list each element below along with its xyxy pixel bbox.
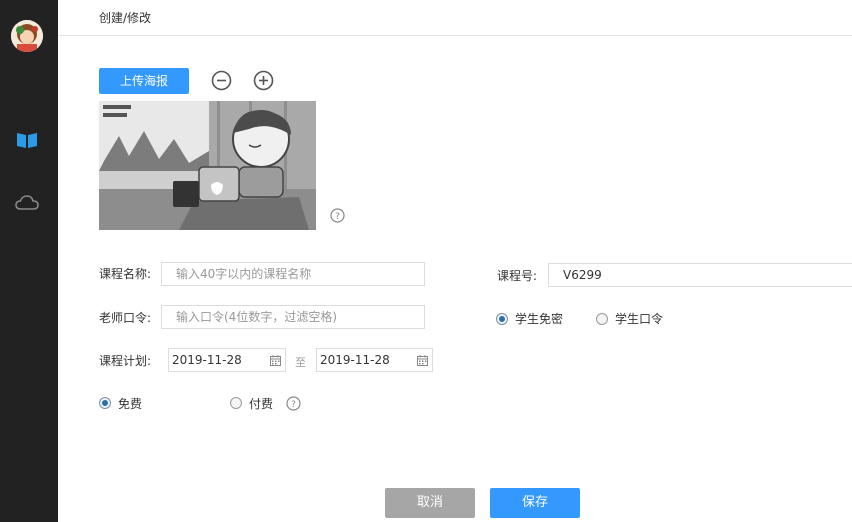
end-date-value: 2019-11-28 bbox=[320, 353, 390, 367]
zoom-out-icon[interactable] bbox=[211, 70, 232, 91]
start-date-value: 2019-11-28 bbox=[172, 353, 242, 367]
breadcrumb: 创建/修改 bbox=[99, 11, 152, 25]
calendar-icon bbox=[417, 355, 428, 366]
radio-paid[interactable] bbox=[230, 397, 242, 409]
book-icon[interactable] bbox=[16, 131, 38, 149]
calendar-icon bbox=[270, 355, 281, 366]
student-no-password-label: 学生免密 bbox=[515, 312, 564, 326]
zoom-in-icon[interactable] bbox=[253, 70, 274, 91]
save-button[interactable]: 保存 bbox=[490, 488, 580, 518]
cloud-icon[interactable] bbox=[15, 194, 39, 212]
upload-poster-button[interactable]: 上传海报 bbox=[99, 68, 189, 94]
course-number-field: V6299 bbox=[548, 263, 852, 287]
date-separator: 至 bbox=[295, 356, 306, 369]
course-number-value: V6299 bbox=[563, 268, 602, 282]
course-number-label: 课程号: bbox=[497, 269, 538, 283]
avatar[interactable] bbox=[11, 20, 43, 52]
pricing-help-icon[interactable]: ? bbox=[286, 396, 301, 411]
course-name-input[interactable] bbox=[161, 262, 425, 286]
start-date-picker[interactable]: 2019-11-28 bbox=[168, 348, 286, 372]
radio-student-password[interactable] bbox=[596, 313, 608, 325]
sidebar bbox=[0, 0, 58, 522]
paid-label: 付费 bbox=[249, 397, 274, 411]
help-icon[interactable]: ? bbox=[330, 208, 345, 223]
avatar-image bbox=[11, 20, 43, 52]
schedule-label: 课程计划: bbox=[99, 354, 152, 368]
svg-text:?: ? bbox=[335, 212, 340, 222]
cancel-button[interactable]: 取消 bbox=[385, 488, 475, 518]
teacher-code-input[interactable] bbox=[161, 305, 425, 329]
teacher-code-label: 老师口令: bbox=[99, 311, 152, 325]
end-date-picker[interactable]: 2019-11-28 bbox=[316, 348, 433, 372]
student-password-label: 学生口令 bbox=[615, 312, 664, 326]
header: 创建/修改 bbox=[58, 0, 852, 36]
radio-student-no-password[interactable] bbox=[496, 313, 508, 325]
poster-image bbox=[99, 101, 316, 230]
course-name-label: 课程名称: bbox=[99, 267, 152, 281]
radio-free[interactable] bbox=[99, 397, 111, 409]
free-label: 免费 bbox=[118, 397, 143, 411]
svg-text:?: ? bbox=[291, 400, 296, 410]
